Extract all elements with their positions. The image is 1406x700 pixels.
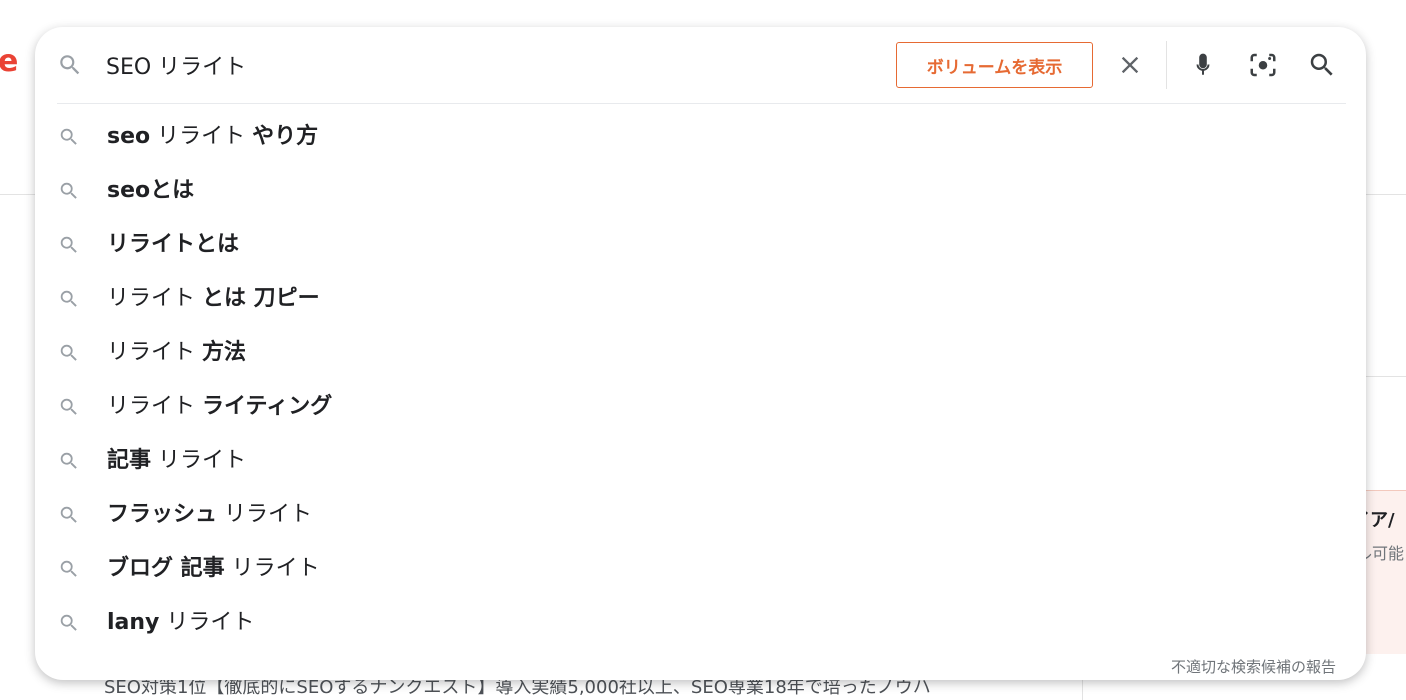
suggestion-item[interactable]: seo リライト やり方	[35, 110, 1366, 164]
search-icon	[60, 506, 77, 523]
suggestion-text: フラッシュ リライト	[107, 501, 312, 529]
search-icon	[60, 398, 77, 415]
suggestion-text: ブログ 記事 リライト	[107, 555, 320, 583]
suggestion-text: リライトとは	[107, 231, 239, 259]
search-icon	[60, 128, 77, 145]
show-volume-button[interactable]: ボリュームを表示	[896, 42, 1093, 88]
search-icon	[60, 290, 77, 307]
clear-search-button[interactable]	[1112, 47, 1148, 83]
suggestion-text-normal: リライト	[224, 556, 320, 581]
camera-lens-icon	[1250, 53, 1276, 77]
suggestion-item[interactable]: リライト とは 刀ピー	[35, 272, 1366, 326]
suggestion-text: 記事 リライト	[107, 447, 246, 475]
suggestion-item[interactable]: リライト ライティング	[35, 380, 1366, 434]
search-bar: ボリュームを表示	[35, 27, 1366, 103]
search-icon	[60, 614, 77, 631]
search-input[interactable]	[106, 47, 866, 83]
search-icon	[1310, 53, 1333, 76]
search-icon	[60, 344, 77, 361]
suggestion-list: seo リライト やり方 seoとは リライトとは リライト とは 刀ピー リライト 方…	[35, 110, 1366, 650]
search-submit-button[interactable]	[1304, 47, 1340, 83]
suggestion-text-bold: ライティング	[202, 394, 333, 419]
suggestion-text: リライト ライティング	[107, 393, 332, 421]
suggestion-text-bold: 記事	[107, 448, 152, 473]
suggestion-item[interactable]: リライトとは	[35, 218, 1366, 272]
suggestion-item[interactable]: lany リライト	[35, 596, 1366, 650]
microphone-icon	[1196, 53, 1210, 75]
suggestion-text-bold: seoとは	[107, 178, 195, 203]
suggestion-text-bold: seo	[107, 124, 151, 149]
suggestion-text-normal: リライト	[107, 394, 202, 419]
suggestion-text-normal: リライト	[159, 610, 255, 635]
suggestion-text: seoとは	[107, 177, 194, 205]
search-icon	[60, 452, 77, 469]
suggestion-text-normal: リライト	[217, 502, 313, 527]
suggestion-text-bold: フラッシュ	[107, 502, 218, 527]
search-icon	[60, 182, 77, 199]
suggestion-text-bold: lany	[107, 610, 160, 635]
suggestion-item[interactable]: リライト 方法	[35, 326, 1366, 380]
suggestion-text-normal: リライト	[151, 448, 247, 473]
suggestion-text-bold: ブログ 記事	[107, 556, 225, 581]
search-by-image-button[interactable]	[1245, 47, 1281, 83]
suggestion-item[interactable]: フラッシュ リライト	[35, 488, 1366, 542]
suggestion-text: リライト 方法	[107, 339, 246, 367]
suggestion-text-bold: リライトとは	[107, 232, 240, 257]
search-icon	[60, 560, 77, 577]
report-inappropriate-predictions-link[interactable]: 不適切な検索候補の報告	[1171, 656, 1336, 677]
suggestion-item[interactable]: ブログ 記事 リライト	[35, 542, 1366, 596]
search-bar-divider	[1166, 41, 1167, 89]
suggestion-text-bold: 方法	[202, 340, 247, 365]
suggestion-text: seo リライト やり方	[107, 123, 318, 151]
suggestion-text-normal: リライト	[150, 124, 253, 149]
logo-fragment: e	[0, 44, 19, 79]
suggestion-text-bold: とは 刀ピー	[202, 286, 320, 311]
suggestion-text: lany リライト	[107, 609, 254, 637]
suggestion-text-normal: リライト	[107, 286, 202, 311]
search-icon	[60, 236, 77, 253]
suggestion-item[interactable]: seoとは	[35, 164, 1366, 218]
search-dropdown-divider	[57, 103, 1346, 104]
close-icon	[1121, 56, 1139, 74]
suggestion-text-bold: やり方	[252, 124, 319, 149]
suggestion-text-normal: リライト	[107, 340, 202, 365]
suggestion-item[interactable]: 記事 リライト	[35, 434, 1366, 488]
voice-search-button[interactable]	[1185, 47, 1221, 83]
search-autocomplete-dropdown: ボリュームを表示 seo リライト やり方 seoとは	[35, 27, 1366, 680]
suggestion-text: リライト とは 刀ピー	[107, 285, 320, 313]
search-icon	[60, 55, 80, 75]
